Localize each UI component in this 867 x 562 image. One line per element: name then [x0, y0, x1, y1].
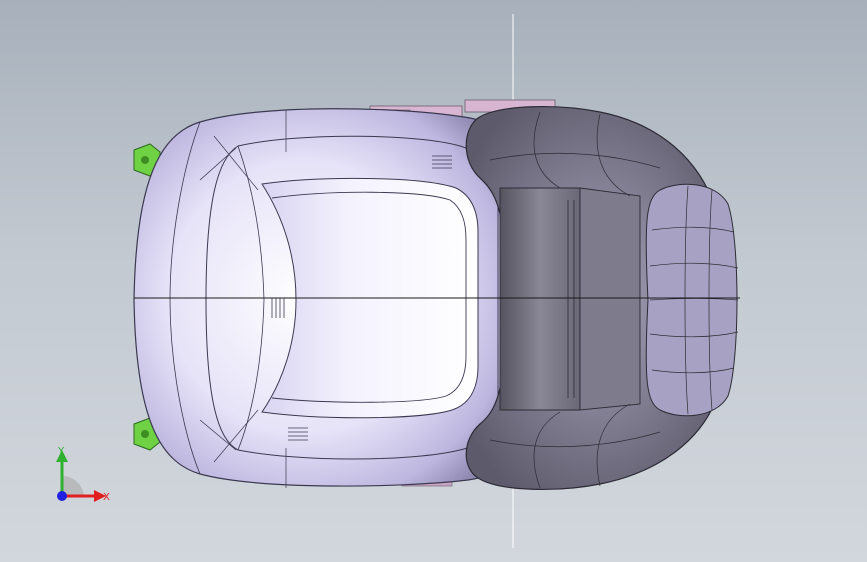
coordinate-triad: Y X — [56, 446, 110, 503]
graphics-viewport[interactable]: Y X — [0, 0, 867, 562]
head-cushion[interactable] — [645, 183, 739, 417]
x-axis-label: X — [103, 492, 110, 503]
z-axis-dot — [57, 491, 67, 501]
y-axis-label: Y — [57, 446, 65, 457]
model-scene[interactable]: Y X — [0, 0, 867, 562]
